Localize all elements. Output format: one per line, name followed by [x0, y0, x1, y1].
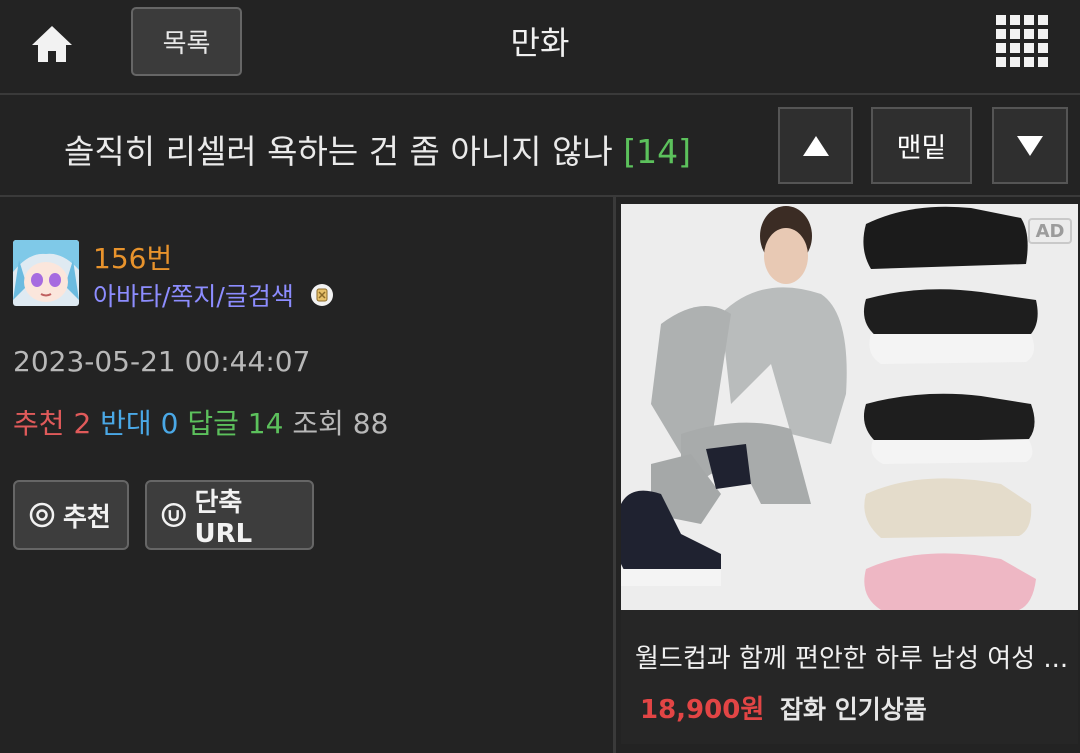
go-bottom-button[interactable]: 맨밑: [871, 107, 972, 184]
recommend-icon: [29, 502, 55, 528]
recommend-button[interactable]: 추천: [13, 480, 129, 550]
reply-count: [14]: [623, 132, 691, 171]
ad-price: 18,900원: [640, 695, 765, 725]
short-url-button-label: 단축URL: [194, 487, 253, 549]
ad-badge: AD: [1028, 218, 1072, 244]
post-subject: 솔직히 리셀러 욕하는 건 좀 아니지 않나 [14]: [64, 125, 691, 173]
view-label: 조회: [292, 407, 344, 440]
grid-menu-icon[interactable]: [996, 15, 1048, 67]
ad-title[interactable]: 월드컵과 함께 편안한 하루 남성 여성 ...: [635, 638, 1075, 675]
author-links: 아바타/쪽지/글검색: [93, 277, 334, 313]
column-divider: [613, 197, 616, 753]
author-links-text[interactable]: 아바타/쪽지/글검색: [93, 282, 294, 311]
post-info-panel: 156번 아바타/쪽지/글검색 2023-05-21 00:44:07 추천 2…: [0, 197, 613, 753]
reply-count-stat: 14: [247, 407, 284, 440]
ad-category: 잡화 인기상품: [780, 695, 927, 724]
scroll-down-button[interactable]: [992, 107, 1068, 184]
recommend-button-label: 추천: [63, 502, 111, 533]
page-title: 만화: [510, 24, 570, 62]
recommend-count: 2: [73, 407, 92, 440]
post-number: 156번: [93, 242, 173, 275]
subject-bar: 솔직히 리셀러 욕하는 건 좀 아니지 않나 [14] 맨밑: [0, 95, 1080, 197]
arrow-down-icon: [1017, 135, 1043, 156]
post-date: 2023-05-21 00:44:07: [13, 345, 311, 378]
subject-text: 솔직히 리셀러 욕하는 건 좀 아니지 않나: [64, 132, 613, 171]
top-navigation-bar: 목록 만화: [0, 0, 1080, 95]
scroll-up-button[interactable]: [778, 107, 853, 184]
reply-label: 답글: [187, 407, 239, 440]
oppose-label: 반대: [100, 407, 152, 440]
ad-product-image[interactable]: AD: [621, 204, 1078, 610]
short-url-button[interactable]: 단축URL: [145, 480, 314, 550]
advertisement[interactable]: AD 월드컵과 함께 편안한 하루 남성 여성 ... 18,900원 잡화 인…: [621, 204, 1078, 744]
level-badge-icon: [310, 283, 334, 313]
avatar[interactable]: [13, 240, 79, 306]
recommend-label: 추천: [13, 407, 65, 440]
arrow-up-icon: [802, 135, 829, 156]
view-count: 88: [352, 407, 389, 440]
short-url-icon: [161, 502, 186, 528]
oppose-count: 0: [160, 407, 179, 440]
post-stats: 추천 2 반대 0 답글 14 조회 88: [13, 402, 388, 442]
